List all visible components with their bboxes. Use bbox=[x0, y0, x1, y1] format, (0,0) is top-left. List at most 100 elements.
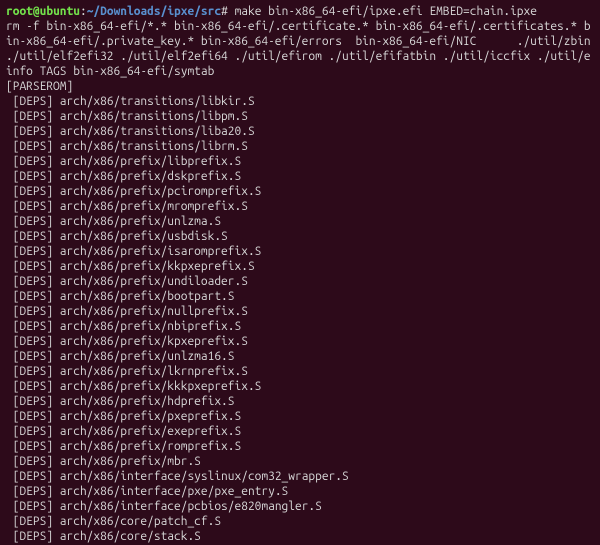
deps-label: [DEPS] bbox=[6, 305, 60, 318]
deps-label: [DEPS] bbox=[6, 185, 60, 198]
prompt-at: @ bbox=[33, 5, 40, 18]
deps-list: [DEPS] arch/x86/transitions/libkir.S [DE… bbox=[6, 94, 594, 545]
deps-label: [DEPS] bbox=[6, 290, 60, 303]
deps-label: [DEPS] bbox=[6, 440, 60, 453]
deps-line: [DEPS] arch/x86/prefix/kkkpxeprefix.S bbox=[6, 379, 594, 394]
prompt-colon: : bbox=[80, 5, 87, 18]
deps-label: [DEPS] bbox=[6, 455, 60, 468]
deps-path: arch/x86/core/patch_cf.S bbox=[60, 515, 221, 528]
deps-path: arch/x86/prefix/romprefix.S bbox=[60, 440, 241, 453]
deps-label: [DEPS] bbox=[6, 365, 60, 378]
deps-path: arch/x86/prefix/mromprefix.S bbox=[60, 200, 248, 213]
deps-label: [DEPS] bbox=[6, 335, 60, 348]
deps-path: arch/x86/prefix/bootpart.S bbox=[60, 290, 235, 303]
deps-label: [DEPS] bbox=[6, 515, 60, 528]
deps-path: arch/x86/prefix/kpxeprefix.S bbox=[60, 335, 248, 348]
deps-line: [DEPS] arch/x86/transitions/librm.S bbox=[6, 139, 594, 154]
deps-label: [DEPS] bbox=[6, 125, 60, 138]
deps-path: arch/x86/prefix/usbdisk.S bbox=[60, 230, 228, 243]
deps-line: [DEPS] arch/x86/interface/pcbios/e820man… bbox=[6, 499, 594, 514]
deps-line: [DEPS] arch/x86/prefix/pciromprefix.S bbox=[6, 184, 594, 199]
prompt-host: ubuntu bbox=[40, 5, 80, 18]
prompt-line: root@ubuntu:~/Downloads/ipxe/src# make b… bbox=[6, 5, 537, 18]
deps-label: [DEPS] bbox=[6, 260, 60, 273]
deps-label: [DEPS] bbox=[6, 380, 60, 393]
deps-label: [DEPS] bbox=[6, 95, 60, 108]
deps-line: [DEPS] arch/x86/interface/syslinux/com32… bbox=[6, 469, 594, 484]
deps-label: [DEPS] bbox=[6, 500, 60, 513]
deps-line: [DEPS] arch/x86/prefix/nbiprefix.S bbox=[6, 319, 594, 334]
deps-line: [DEPS] arch/x86/prefix/bootpart.S bbox=[6, 289, 594, 304]
deps-line: [DEPS] arch/x86/prefix/romprefix.S bbox=[6, 439, 594, 454]
deps-line: [DEPS] arch/x86/prefix/libprefix.S bbox=[6, 154, 594, 169]
deps-path: arch/x86/prefix/isaromprefix.S bbox=[60, 245, 262, 258]
deps-line: [DEPS] arch/x86/prefix/hdprefix.S bbox=[6, 394, 594, 409]
deps-label: [DEPS] bbox=[6, 320, 60, 333]
deps-line: [DEPS] arch/x86/prefix/mromprefix.S bbox=[6, 199, 594, 214]
deps-label: [DEPS] bbox=[6, 215, 60, 228]
prompt-user: root bbox=[6, 5, 33, 18]
deps-line: [DEPS] arch/x86/prefix/mbr.S bbox=[6, 454, 594, 469]
rm-output-line: rm -f bin-x86_64-efi/*.* bin-x86_64-efi/… bbox=[6, 20, 597, 78]
deps-line: [DEPS] arch/x86/transitions/libpm.S bbox=[6, 109, 594, 124]
deps-label: [DEPS] bbox=[6, 275, 60, 288]
deps-path: arch/x86/interface/pcbios/e820mangler.S bbox=[60, 500, 322, 513]
deps-label: [DEPS] bbox=[6, 245, 60, 258]
deps-path: arch/x86/prefix/unlzma16.S bbox=[60, 350, 235, 363]
deps-line: [DEPS] arch/x86/prefix/nullprefix.S bbox=[6, 304, 594, 319]
deps-path: arch/x86/prefix/mbr.S bbox=[60, 455, 201, 468]
deps-path: arch/x86/prefix/libprefix.S bbox=[60, 155, 241, 168]
deps-path: arch/x86/prefix/hdprefix.S bbox=[60, 395, 235, 408]
prompt-hash: # bbox=[221, 5, 228, 18]
deps-path: arch/x86/transitions/liba20.S bbox=[60, 125, 255, 138]
deps-label: [DEPS] bbox=[6, 140, 60, 153]
deps-line: [DEPS] arch/x86/prefix/kkpxeprefix.S bbox=[6, 259, 594, 274]
deps-path: arch/x86/prefix/exeprefix.S bbox=[60, 425, 241, 438]
terminal-output[interactable]: root@ubuntu:~/Downloads/ipxe/src# make b… bbox=[0, 0, 600, 545]
deps-line: [DEPS] arch/x86/prefix/lkrnprefix.S bbox=[6, 364, 594, 379]
deps-path: arch/x86/core/stack.S bbox=[60, 530, 201, 543]
deps-label: [DEPS] bbox=[6, 485, 60, 498]
deps-label: [DEPS] bbox=[6, 200, 60, 213]
deps-line: [DEPS] arch/x86/prefix/pxeprefix.S bbox=[6, 409, 594, 424]
deps-path: arch/x86/transitions/librm.S bbox=[60, 140, 248, 153]
deps-path: arch/x86/interface/pxe/pxe_entry.S bbox=[60, 485, 288, 498]
deps-path: arch/x86/prefix/kkkpxeprefix.S bbox=[60, 380, 262, 393]
deps-label: [DEPS] bbox=[6, 410, 60, 423]
deps-line: [DEPS] arch/x86/prefix/usbdisk.S bbox=[6, 229, 594, 244]
deps-label: [DEPS] bbox=[6, 395, 60, 408]
deps-line: [DEPS] arch/x86/prefix/unlzma.S bbox=[6, 214, 594, 229]
deps-label: [DEPS] bbox=[6, 170, 60, 183]
command-text: make bin-x86_64-efi/ipxe.efi EMBED=chain… bbox=[235, 5, 537, 18]
deps-path: arch/x86/prefix/undiloader.S bbox=[60, 275, 248, 288]
deps-path: arch/x86/prefix/pxeprefix.S bbox=[60, 410, 241, 423]
deps-line: [DEPS] arch/x86/interface/pxe/pxe_entry.… bbox=[6, 484, 594, 499]
deps-path: arch/x86/prefix/lkrnprefix.S bbox=[60, 365, 248, 378]
deps-line: [DEPS] arch/x86/prefix/unlzma16.S bbox=[6, 349, 594, 364]
deps-line: [DEPS] arch/x86/prefix/dskprefix.S bbox=[6, 169, 594, 184]
deps-line: [DEPS] arch/x86/prefix/isaromprefix.S bbox=[6, 244, 594, 259]
prompt-path: ~/Downloads/ipxe/src bbox=[87, 5, 221, 18]
deps-path: arch/x86/transitions/libkir.S bbox=[60, 95, 255, 108]
deps-line: [DEPS] arch/x86/transitions/libkir.S bbox=[6, 94, 594, 109]
deps-line: [DEPS] arch/x86/core/patch_cf.S bbox=[6, 514, 594, 529]
deps-line: [DEPS] arch/x86/prefix/exeprefix.S bbox=[6, 424, 594, 439]
deps-label: [DEPS] bbox=[6, 470, 60, 483]
deps-path: arch/x86/interface/syslinux/com32_wrappe… bbox=[60, 470, 349, 483]
deps-label: [DEPS] bbox=[6, 530, 60, 543]
deps-path: arch/x86/prefix/nbiprefix.S bbox=[60, 320, 241, 333]
deps-path: arch/x86/prefix/nullprefix.S bbox=[60, 305, 248, 318]
deps-line: [DEPS] arch/x86/transitions/liba20.S bbox=[6, 124, 594, 139]
deps-label: [DEPS] bbox=[6, 230, 60, 243]
deps-path: arch/x86/prefix/unlzma.S bbox=[60, 215, 221, 228]
deps-label: [DEPS] bbox=[6, 350, 60, 363]
deps-line: [DEPS] arch/x86/prefix/undiloader.S bbox=[6, 274, 594, 289]
deps-path: arch/x86/prefix/pciromprefix.S bbox=[60, 185, 262, 198]
deps-path: arch/x86/prefix/dskprefix.S bbox=[60, 170, 241, 183]
parserom-line: [PARSEROM] bbox=[6, 80, 73, 93]
deps-path: arch/x86/prefix/kkpxeprefix.S bbox=[60, 260, 255, 273]
deps-label: [DEPS] bbox=[6, 155, 60, 168]
deps-label: [DEPS] bbox=[6, 110, 60, 123]
deps-line: [DEPS] arch/x86/prefix/kpxeprefix.S bbox=[6, 334, 594, 349]
deps-label: [DEPS] bbox=[6, 425, 60, 438]
